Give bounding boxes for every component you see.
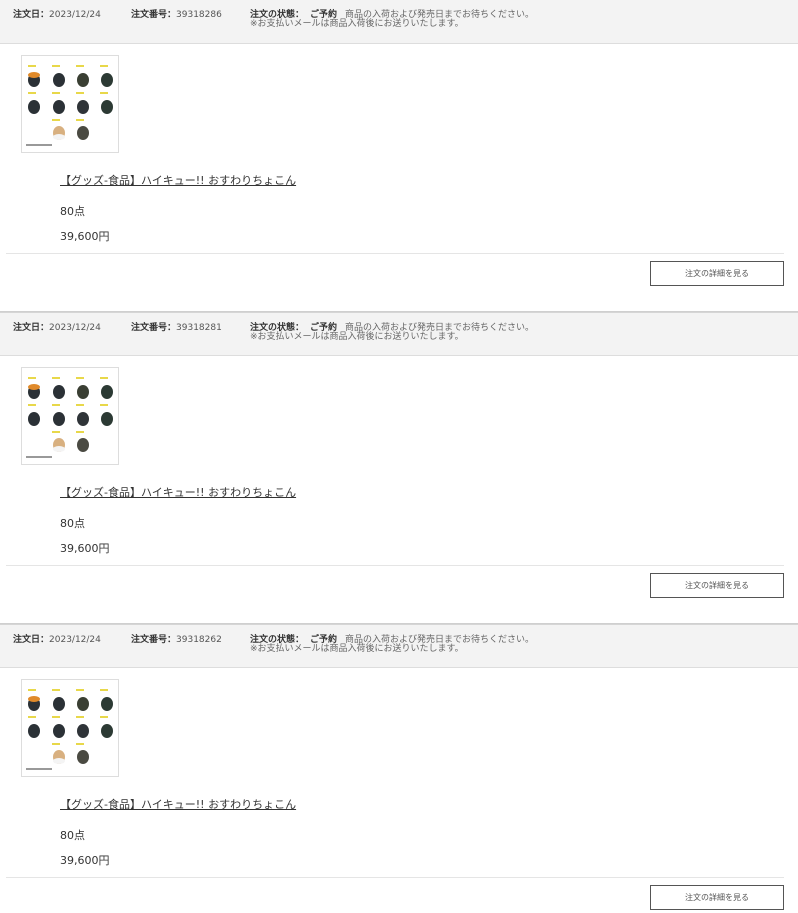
- order-history-list: 注文日：2023/12/24 注文番号：39318286 注文の状態： ご予約 商品…: [0, 0, 798, 913]
- status-note: ※お支払いメールは商品入荷後にお送りいたします。: [250, 644, 464, 654]
- order-date: 注文日：2023/12/24: [13, 635, 101, 645]
- order-card: 注文日：2023/12/24 注文番号：39318281 注文の状態： ご予約 商品…: [0, 312, 798, 624]
- order-card: 注文日：2023/12/24 注文番号：39318262 注文の状態： ご予約 商品…: [0, 624, 798, 913]
- quantity: 80点: [60, 205, 85, 218]
- status-note: ※お支払いメールは商品入荷後にお送りいたします。: [250, 19, 464, 29]
- order-card: 注文日：2023/12/24 注文番号：39318286 注文の状態： ご予約 商品…: [0, 0, 798, 312]
- order-number: 注文番号：39318286: [131, 10, 222, 20]
- product-thumbnail-image: [22, 680, 118, 776]
- quantity: 80点: [60, 517, 85, 530]
- price: 39,600円: [60, 230, 110, 243]
- order-date: 注文日：2023/12/24: [13, 10, 101, 20]
- view-order-details-button[interactable]: 注文の詳細を見る: [650, 573, 784, 598]
- price: 39,600円: [60, 542, 110, 555]
- order-number: 注文番号：39318281: [131, 323, 222, 333]
- product-name-link[interactable]: 【グッズ-食品】ハイキュー!! おすわりちょこん: [60, 172, 296, 188]
- order-number: 注文番号：39318262: [131, 635, 222, 645]
- product-name-link[interactable]: 【グッズ-食品】ハイキュー!! おすわりちょこん: [60, 796, 296, 812]
- divider: [6, 565, 784, 566]
- status-note: ※お支払いメールは商品入荷後にお送りいたします。: [250, 332, 464, 342]
- divider: [6, 253, 784, 254]
- view-order-details-button[interactable]: 注文の詳細を見る: [650, 885, 784, 910]
- product-thumbnail-image: [22, 368, 118, 464]
- product-thumbnail[interactable]: [21, 55, 119, 153]
- product-thumbnail-image: [22, 56, 118, 152]
- order-header: 注文日：2023/12/24 注文番号：39318281 注文の状態： ご予約 商品…: [0, 312, 798, 356]
- product-thumbnail[interactable]: [21, 679, 119, 777]
- view-order-details-button[interactable]: 注文の詳細を見る: [650, 261, 784, 286]
- divider: [6, 877, 784, 878]
- order-header: 注文日：2023/12/24 注文番号：39318262 注文の状態： ご予約 商品…: [0, 624, 798, 668]
- product-thumbnail[interactable]: [21, 367, 119, 465]
- quantity: 80点: [60, 829, 85, 842]
- order-date: 注文日：2023/12/24: [13, 323, 101, 333]
- order-header: 注文日：2023/12/24 注文番号：39318286 注文の状態： ご予約 商品…: [0, 0, 798, 44]
- price: 39,600円: [60, 854, 110, 867]
- product-name-link[interactable]: 【グッズ-食品】ハイキュー!! おすわりちょこん: [60, 484, 296, 500]
